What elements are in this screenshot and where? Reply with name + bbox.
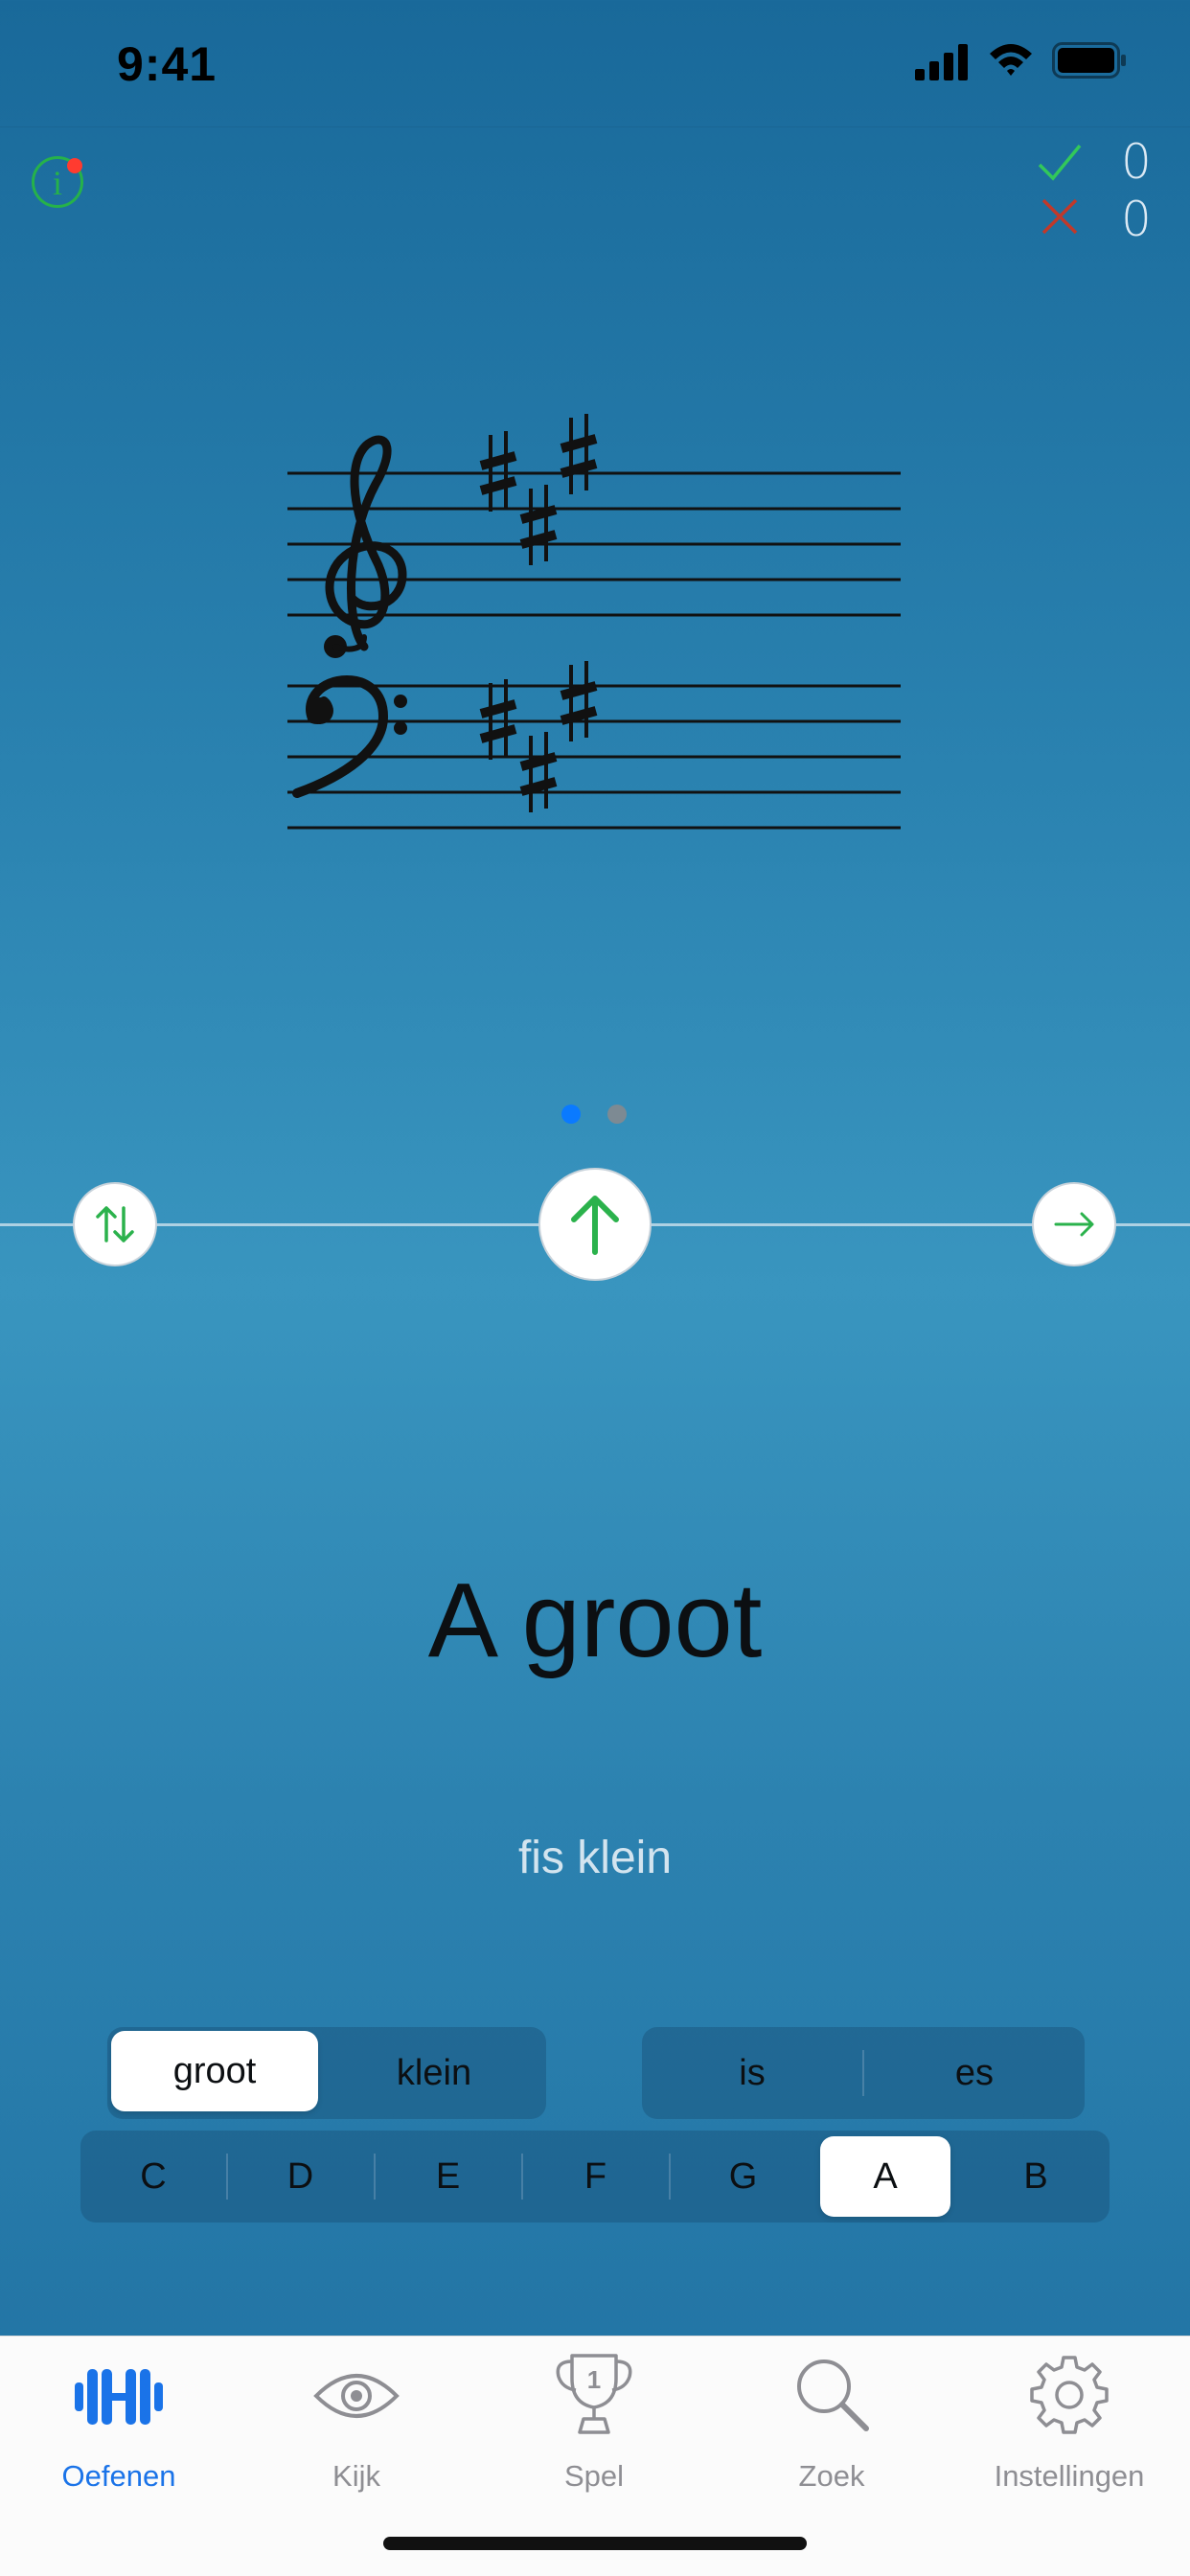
swap-button[interactable]: [73, 1182, 157, 1266]
arrow-up-icon: [571, 1196, 619, 1255]
notification-dot: [67, 158, 82, 173]
bass-sharps: [479, 661, 598, 812]
dumbbell-icon: [75, 2369, 163, 2425]
grand-staff: [287, 414, 901, 830]
next-button[interactable]: [1032, 1182, 1116, 1266]
accidental-option-is[interactable]: is: [642, 2027, 862, 2119]
status-time: 9:41: [117, 37, 217, 91]
note-option-f[interactable]: F: [522, 2131, 669, 2223]
tab-label: Zoek: [798, 2459, 865, 2493]
home-indicator: [383, 2537, 807, 2550]
cross-icon: [1041, 198, 1078, 235]
tab-kijk[interactable]: Kijk: [238, 2337, 475, 2528]
accidental-selector: is es: [642, 2027, 1085, 2119]
tab-label: Spel: [563, 2459, 625, 2493]
up-down-arrows-icon: [96, 1206, 134, 1242]
trophy-icon: 1: [556, 2354, 632, 2434]
gear-icon: [1030, 2356, 1109, 2434]
correct-count: 0: [1121, 134, 1152, 190]
tab-oefenen[interactable]: Oefenen: [0, 2337, 238, 2528]
cellular-signal-icon: [915, 44, 968, 80]
magnifier-icon: [797, 2359, 869, 2431]
case-option-groot[interactable]: groot: [111, 2031, 318, 2111]
svg-text:1: 1: [587, 2365, 601, 2394]
battery-icon: [1052, 42, 1126, 79]
tab-label: Kijk: [332, 2459, 380, 2493]
eye-icon: [313, 2374, 400, 2418]
note-option-c[interactable]: C: [80, 2131, 226, 2223]
play-button[interactable]: [538, 1168, 652, 1281]
info-icon: i: [52, 164, 62, 202]
accidental-option-es[interactable]: es: [864, 2027, 1085, 2119]
answer-main: A groot: [427, 1562, 763, 1679]
wifi-icon: [990, 44, 1032, 76]
tab-instellingen[interactable]: Instellingen: [950, 2337, 1190, 2528]
note-option-b[interactable]: B: [962, 2131, 1110, 2223]
tab-spel[interactable]: 1 Spel: [475, 2337, 713, 2528]
case-selector: groot klein: [107, 2027, 546, 2119]
note-selector: C D E F G A B: [80, 2131, 1110, 2223]
case-option-klein[interactable]: klein: [326, 2027, 542, 2119]
tab-label: Oefenen: [61, 2459, 176, 2493]
note-option-e[interactable]: E: [375, 2131, 521, 2223]
tab-zoek[interactable]: Zoek: [713, 2337, 950, 2528]
page-dot[interactable]: [607, 1105, 627, 1124]
page-dot-active[interactable]: [561, 1105, 581, 1124]
tab-label: Instellingen: [994, 2459, 1145, 2493]
wrong-count: 0: [1121, 192, 1152, 247]
note-option-d[interactable]: D: [227, 2131, 374, 2223]
note-option-g[interactable]: G: [670, 2131, 816, 2223]
arrow-right-icon: [1054, 1212, 1094, 1237]
note-option-a[interactable]: A: [820, 2136, 950, 2217]
status-bar: 9:41: [0, 0, 1190, 127]
bass-clef: [292, 674, 407, 798]
answer-secondary: fis klein: [517, 1833, 673, 1883]
check-icon: [1038, 144, 1082, 181]
treble-sharps: [479, 414, 598, 565]
